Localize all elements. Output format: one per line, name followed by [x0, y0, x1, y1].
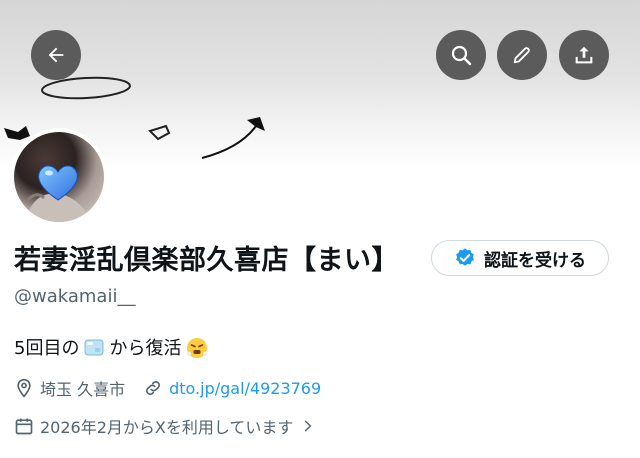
- calendar-icon: [14, 416, 34, 436]
- avatar-photo: [14, 132, 104, 222]
- steam-face-emoji-icon: [185, 336, 208, 358]
- verified-badge-icon: [454, 247, 476, 269]
- share-button[interactable]: [559, 30, 609, 80]
- search-icon: [449, 43, 473, 67]
- joined-row[interactable]: 2026年2月からXを利用しています: [14, 414, 315, 438]
- back-button[interactable]: [31, 30, 81, 80]
- bio: 5回目の から復活: [14, 334, 208, 360]
- location-text: 埼玉 久喜市: [40, 380, 126, 399]
- display-name: 若妻淫乱倶楽部久喜店【まい】: [14, 245, 399, 276]
- user-handle: @wakamaii__: [14, 286, 136, 307]
- bio-prefix: 5回目の: [14, 338, 80, 359]
- search-button[interactable]: [436, 30, 486, 80]
- joined-text: 2026年2月からXを利用しています: [40, 418, 294, 437]
- pencil-icon: [511, 44, 533, 66]
- bio-suffix: から復活: [109, 338, 182, 359]
- get-verified-button[interactable]: 認証を受ける: [431, 240, 609, 276]
- ice-cube-emoji-icon: [83, 336, 105, 358]
- arrow-left-icon: [45, 44, 67, 66]
- website-link[interactable]: dto.jp/gal/4923769: [169, 379, 321, 398]
- avatar[interactable]: [10, 128, 108, 226]
- chevron-right-icon: [301, 419, 315, 433]
- share-icon: [573, 44, 595, 66]
- blue-heart-icon: [36, 162, 80, 206]
- link-icon: [143, 378, 163, 398]
- edit-button[interactable]: [497, 30, 547, 80]
- get-verified-label: 認証を受ける: [484, 250, 586, 271]
- profile-meta-row: 埼玉 久喜市 dto.jp/gal/4923769: [14, 376, 321, 400]
- location-pin-icon: [14, 378, 34, 398]
